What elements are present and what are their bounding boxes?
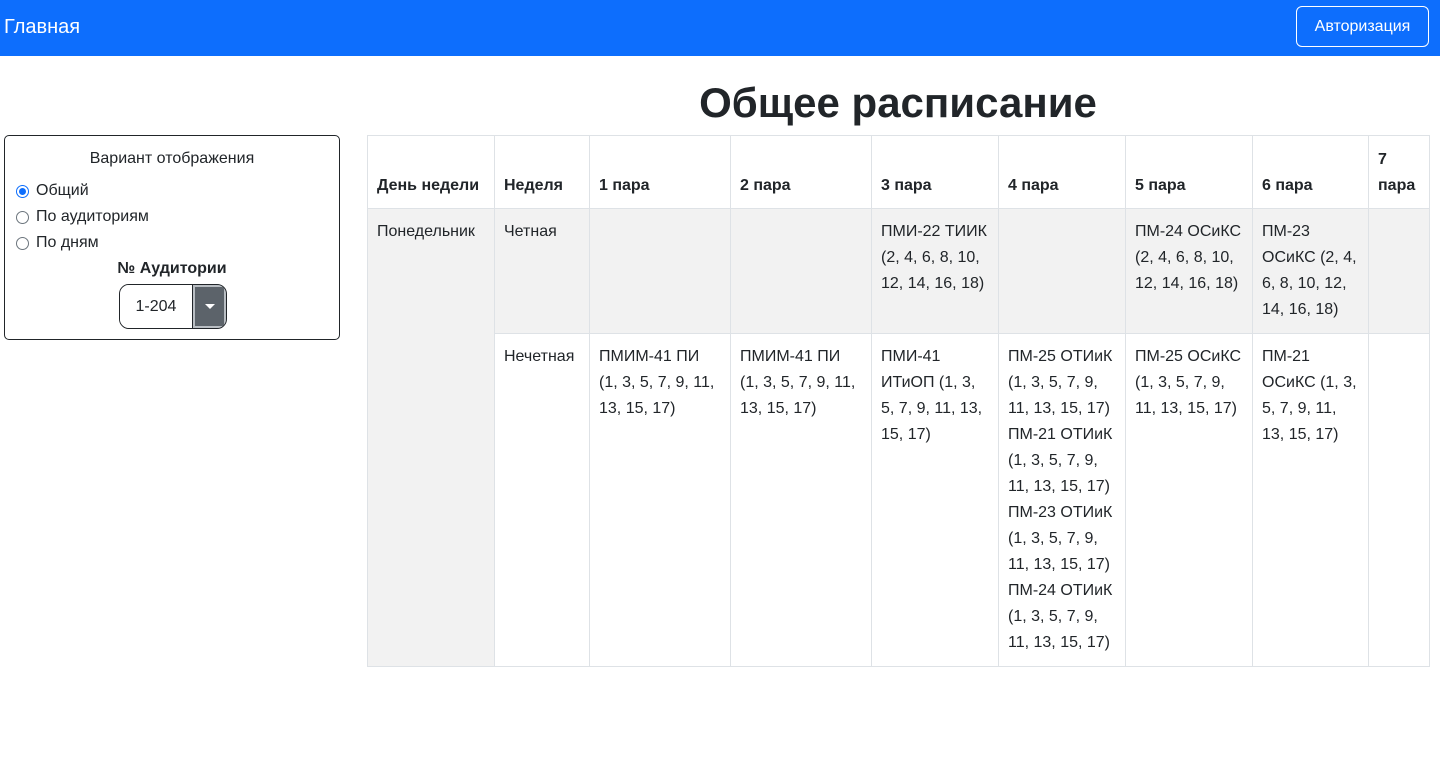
header-pair-5: 5 пара xyxy=(1125,135,1253,209)
lesson-cell: ПМ-25 ОСиКС (1, 3, 5, 7, 9, 11, 13, 15, … xyxy=(1125,333,1253,667)
auditorium-value[interactable]: 1-204 xyxy=(120,285,192,328)
radio-by-day-indicator[interactable] xyxy=(16,236,29,250)
home-link[interactable]: Главная xyxy=(4,14,80,40)
header-day: День недели xyxy=(367,135,495,209)
radio-by-day[interactable]: По дням xyxy=(16,232,99,254)
lesson-cell xyxy=(1368,208,1430,334)
lesson-cell xyxy=(589,208,731,334)
radio-general[interactable]: Общий xyxy=(16,180,89,202)
auditorium-label: № Аудитории xyxy=(117,260,227,277)
table-row: Нечетная ПМИМ-41 ПИ (1, 3, 5, 7, 9, 11, 1… xyxy=(368,333,1430,667)
radio-general-indicator[interactable] xyxy=(16,184,29,198)
auditorium-select[interactable]: 1-204 xyxy=(119,284,227,329)
radio-by-day-label: По дням xyxy=(36,234,99,251)
table-header-row: День недели Неделя 1 пара 2 пара 3 пара … xyxy=(367,135,1430,209)
lesson-cell: ПМИ-22 ТИИК (2, 4, 6, 8, 10, 12, 14, 16,… xyxy=(871,208,999,334)
radio-general-label: Общий xyxy=(36,182,89,199)
table-row: Понедельник Четная ПМИ-22 ТИИК (2, 4, 6, 8… xyxy=(367,208,1430,667)
lesson-entry: ПМ-21 ОСиКС (1, 3, 5, 7, 9, 11, 13, 15, … xyxy=(1262,348,1357,443)
lesson-entry: ПМИМ-41 ПИ (1, 3, 5, 7, 9, 11, 13, 15, 1… xyxy=(599,348,715,417)
panel-title: Вариант отображения xyxy=(89,150,255,167)
radio-by-auditorium-indicator[interactable] xyxy=(16,210,29,224)
display-options-panel: Вариант отображения Общий По аудиториям … xyxy=(4,135,340,340)
radio-by-auditorium-label: По аудиториям xyxy=(36,208,149,225)
lesson-cell: ПМ-24 ОСиКС (2, 4, 6, 8, 10, 12, 14, 16,… xyxy=(1125,208,1253,334)
lesson-entry: ПМИ-41 ИТиОП (1, 3, 5, 7, 9, 11, 13, 15,… xyxy=(881,348,983,443)
lesson-entry: ПМ-23 ОТИиК (1, 3, 5, 7, 9, 11, 13, 15, … xyxy=(1008,504,1113,573)
header-pair-1: 1 пара xyxy=(589,135,731,209)
lesson-cell: ПМ-25 ОТИиК (1, 3, 5, 7, 9, 11, 13, 15, … xyxy=(998,333,1126,667)
auditorium-dropdown-button[interactable] xyxy=(192,285,226,328)
header-pair-6: 6 пара xyxy=(1252,135,1369,209)
lesson-cell: ПМИ-41 ИТиОП (1, 3, 5, 7, 9, 11, 13, 15,… xyxy=(871,333,999,667)
lesson-cell: ПМИМ-41 ПИ (1, 3, 5, 7, 9, 11, 13, 15, 1… xyxy=(589,333,731,667)
lesson-entry: ПМ-24 ОТИиК (1, 3, 5, 7, 9, 11, 13, 15, … xyxy=(1008,582,1113,651)
top-navbar: Главная Авторизация xyxy=(0,0,1440,56)
lesson-cell: ПМИМ-41 ПИ (1, 3, 5, 7, 9, 11, 13, 15, 1… xyxy=(730,333,872,667)
lesson-cell: ПМ-23 ОСиКС (2, 4, 6, 8, 10, 12, 14, 16,… xyxy=(1252,208,1369,334)
header-pair-4: 4 пара xyxy=(998,135,1126,209)
lesson-entry: ПМ-25 ОСиКС (1, 3, 5, 7, 9, 11, 13, 15, … xyxy=(1135,348,1242,417)
login-button[interactable]: Авторизация xyxy=(1296,6,1429,47)
lesson-cell xyxy=(730,208,872,334)
page-title: Общее расписание xyxy=(699,79,1097,126)
week-cell: Четная xyxy=(494,208,590,334)
lesson-entry: ПМИ-22 ТИИК (2, 4, 6, 8, 10, 12, 14, 16,… xyxy=(881,223,987,292)
header-week: Неделя xyxy=(494,135,590,209)
lesson-entry: ПМ-21 ОТИиК (1, 3, 5, 7, 9, 11, 13, 15, … xyxy=(1008,426,1113,495)
caret-down-icon xyxy=(204,304,215,309)
header-pair-2: 2 пара xyxy=(730,135,872,209)
header-pair-7: 7 пара xyxy=(1368,135,1430,209)
week-cell: Нечетная xyxy=(494,333,590,667)
lesson-cell xyxy=(1368,333,1430,667)
lesson-entry: ПМ-24 ОСиКС (2, 4, 6, 8, 10, 12, 14, 16,… xyxy=(1135,223,1242,292)
lesson-cell xyxy=(998,208,1126,334)
lesson-entry: ПМИМ-41 ПИ (1, 3, 5, 7, 9, 11, 13, 15, 1… xyxy=(740,348,856,417)
radio-by-auditorium[interactable]: По аудиториям xyxy=(16,206,149,228)
header-pair-3: 3 пара xyxy=(871,135,999,209)
lesson-cell: ПМ-21 ОСиКС (1, 3, 5, 7, 9, 11, 13, 15, … xyxy=(1252,333,1369,667)
lesson-entry: ПМ-25 ОТИиК (1, 3, 5, 7, 9, 11, 13, 15, … xyxy=(1008,348,1113,417)
schedule-table: День недели Неделя 1 пара 2 пара 3 пара … xyxy=(367,135,1430,667)
lesson-entry: ПМ-23 ОСиКС (2, 4, 6, 8, 10, 12, 14, 16,… xyxy=(1262,223,1357,318)
day-cell: Понедельник xyxy=(367,208,495,667)
